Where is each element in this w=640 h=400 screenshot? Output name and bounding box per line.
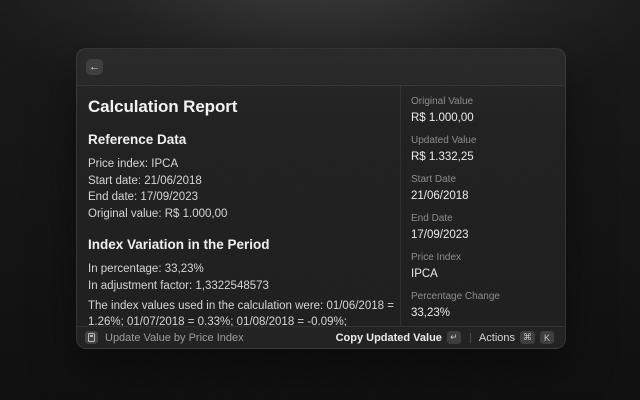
page-title: Calculation Report (88, 97, 397, 117)
metadata-value: R$ 1.332,25 (411, 151, 557, 163)
action-bar: Update Value by Price Index Copy Updated… (77, 326, 565, 348)
metadata-value: 33,23% (411, 307, 557, 319)
section-heading-index-variation: Index Variation in the Period (88, 237, 397, 253)
calculator-extension-icon (85, 331, 98, 344)
metadata-item-percentage-change: Percentage Change 33,23% (411, 292, 557, 319)
window-body: Calculation Report Reference Data Price … (77, 86, 565, 326)
metadata-value: 17/09/2023 (411, 229, 557, 241)
calculation-report-window: ← Calculation Report Reference Data Pric… (76, 48, 566, 349)
report-line-original-value: Original value: R$ 1.000,00 (88, 206, 397, 223)
command-key-icon: ⌘ (520, 331, 535, 344)
metadata-item-updated-value: Updated Value R$ 1.332,25 (411, 136, 557, 163)
metadata-item-start-date: Start Date 21/06/2018 (411, 175, 557, 202)
metadata-item-end-date: End Date 17/09/2023 (411, 214, 557, 241)
action-bar-right: Copy Updated Value ↵ Actions ⌘ K (336, 331, 554, 344)
section-heading-reference-data: Reference Data (88, 132, 397, 148)
window-header: ← (77, 49, 565, 86)
metadata-label: Percentage Change (411, 292, 557, 302)
report-line-percentage: In percentage: 33,23% (88, 261, 397, 278)
desktop-background: ← Calculation Report Reference Data Pric… (0, 0, 640, 400)
calculator-icon (88, 333, 95, 342)
metadata-value: R$ 1.000,00 (411, 112, 557, 124)
back-arrow-icon: ← (89, 61, 100, 73)
actions-menu-button[interactable]: Actions (479, 332, 515, 344)
metadata-item-original-value: Original Value R$ 1.000,00 (411, 97, 557, 124)
metadata-label: Price Index (411, 253, 557, 263)
command-name: Update Value by Price Index (105, 332, 244, 344)
metadata-value: IPCA (411, 268, 557, 280)
metadata-label: End Date (411, 214, 557, 224)
back-button[interactable]: ← (86, 59, 103, 75)
k-key-icon: K (540, 331, 554, 344)
report-line-adjustment-factor: In adjustment factor: 1,3322548573 (88, 278, 397, 295)
report-line-price-index: Price index: IPCA (88, 156, 397, 173)
metadata-label: Original Value (411, 97, 557, 107)
report-line-end-date: End date: 17/09/2023 (88, 189, 397, 206)
enter-key-icon: ↵ (447, 331, 461, 344)
metadata-label: Start Date (411, 175, 557, 185)
metadata-item-price-index: Price Index IPCA (411, 253, 557, 280)
index-values-paragraph: The index values used in the calculation… (88, 298, 397, 326)
report-content: Calculation Report Reference Data Price … (77, 86, 400, 326)
metadata-value: 21/06/2018 (411, 190, 557, 202)
metadata-label: Updated Value (411, 136, 557, 146)
metadata-panel: Original Value R$ 1.000,00 Updated Value… (401, 86, 565, 326)
copy-updated-value-button[interactable]: Copy Updated Value (336, 332, 442, 344)
report-line-start-date: Start date: 21/06/2018 (88, 173, 397, 190)
footer-divider (470, 333, 471, 343)
